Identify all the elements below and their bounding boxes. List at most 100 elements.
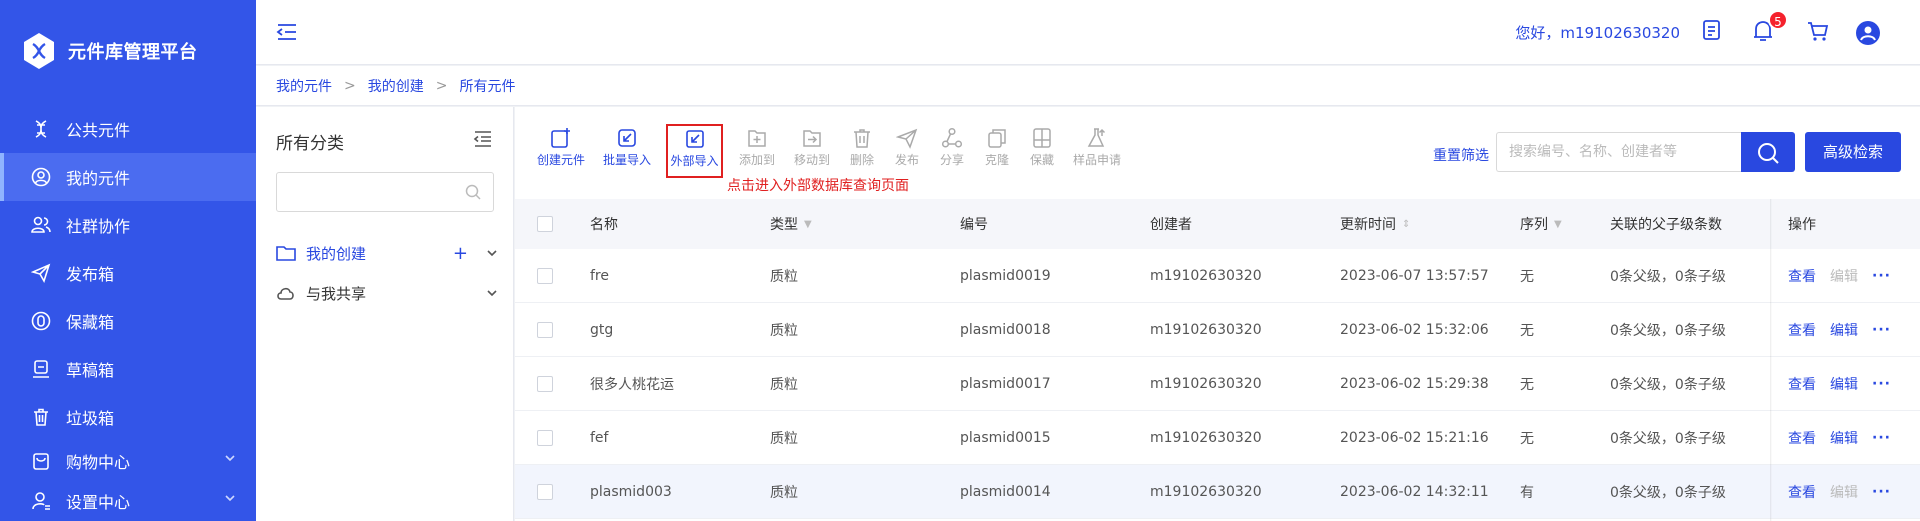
flask-icon xyxy=(1087,128,1106,147)
cell-creator: m19102630320 xyxy=(1150,321,1262,338)
view-link[interactable]: 查看 xyxy=(1788,482,1816,502)
sort-icon[interactable]: ⇕ xyxy=(1402,219,1410,230)
cell-creator: m19102630320 xyxy=(1150,429,1262,446)
cell-relations: 0条父级，0条子级 xyxy=(1610,268,1726,285)
more-icon[interactable]: ··· xyxy=(1872,376,1891,392)
cell-updated: 2023-06-07 13:57:57 xyxy=(1340,267,1489,284)
dna-icon xyxy=(30,118,52,140)
filter-icon[interactable]: ▼ xyxy=(1554,219,1562,230)
more-icon[interactable]: ··· xyxy=(1872,322,1891,338)
edit-link[interactable]: 编辑 xyxy=(1830,320,1858,340)
column-header-type[interactable]: 类型 ▼ xyxy=(770,199,812,249)
sidebar-item-publish[interactable]: 发布箱 xyxy=(0,249,256,297)
move-to-button[interactable]: 移动到 xyxy=(790,127,834,171)
cell-name[interactable]: gtg xyxy=(590,303,613,356)
search-button[interactable] xyxy=(1741,132,1795,172)
sidebar-item-settings[interactable]: 设置中心 xyxy=(0,477,256,521)
sidebar-item-trash[interactable]: 垃圾箱 xyxy=(0,393,256,441)
view-link[interactable]: 查看 xyxy=(1788,428,1816,448)
main-search-input[interactable]: 搜索编号、名称、创建者等 xyxy=(1496,132,1741,172)
sidebar-item-community[interactable]: 社群协作 xyxy=(0,201,256,249)
row-checkbox[interactable] xyxy=(537,303,553,356)
search-icon xyxy=(1758,143,1779,164)
cell-updated: 2023-06-02 15:32:06 xyxy=(1340,321,1489,338)
cell-name[interactable]: fre xyxy=(590,249,609,302)
table-row[interactable]: fef 质粒 plasmid0015 m19102630320 2023-06-… xyxy=(515,411,1920,465)
batch-import-button[interactable]: 批量导入 xyxy=(601,127,653,171)
category-item-my-created[interactable]: 我的创建 + xyxy=(276,239,504,267)
category-item-shared-with-me[interactable]: 与我共享 xyxy=(276,279,504,307)
row-checkbox[interactable] xyxy=(537,249,553,302)
collect-button[interactable]: 保藏 xyxy=(1025,127,1059,171)
category-search-input[interactable] xyxy=(276,172,494,212)
view-link[interactable]: 查看 xyxy=(1788,374,1816,394)
tool-label: 外部导入 xyxy=(670,154,719,168)
view-link[interactable]: 查看 xyxy=(1788,320,1816,340)
column-header-sequence[interactable]: 序列 ▼ xyxy=(1520,199,1562,249)
sidebar-item-my-parts[interactable]: 我的元件 xyxy=(0,153,256,201)
sample-request-button[interactable]: 样品申请 xyxy=(1069,127,1125,171)
breadcrumb-item[interactable]: 我的创建 xyxy=(368,76,424,96)
cell-relations: 0条父级，0条子级 xyxy=(1610,376,1726,393)
delete-button[interactable]: 删除 xyxy=(845,127,879,171)
external-import-icon xyxy=(685,130,704,148)
column-header-updated[interactable]: 更新时间 ⇕ xyxy=(1340,199,1410,249)
sidebar-item-label: 设置中心 xyxy=(66,493,131,512)
table-row[interactable]: plasmid003 质粒 plasmid0014 m19102630320 2… xyxy=(515,465,1920,519)
breadcrumb-item[interactable]: 所有元件 xyxy=(459,76,515,96)
notification-bell-icon[interactable]: 5 xyxy=(1752,10,1788,45)
more-icon[interactable]: ··· xyxy=(1872,430,1891,446)
tool-label: 添加到 xyxy=(738,153,775,167)
filter-icon[interactable]: ▼ xyxy=(804,219,812,230)
breadcrumb-item[interactable]: 我的元件 xyxy=(276,76,332,96)
chevron-down-icon[interactable] xyxy=(486,287,498,299)
collapse-panel-icon[interactable] xyxy=(473,129,493,149)
chevron-down-icon[interactable] xyxy=(486,247,498,259)
advanced-search-button[interactable]: 高级检索 xyxy=(1805,132,1901,172)
clone-button[interactable]: 克隆 xyxy=(980,127,1014,171)
more-icon[interactable]: ··· xyxy=(1872,268,1891,284)
cell-name[interactable]: plasmid003 xyxy=(590,465,672,518)
table-row[interactable]: 很多人桃花运 质粒 plasmid0017 m19102630320 2023-… xyxy=(515,357,1920,411)
sidebar-item-vault[interactable]: 保藏箱 xyxy=(0,297,256,345)
select-all-checkbox[interactable] xyxy=(537,199,553,249)
cell-type: 质粒 xyxy=(770,268,798,285)
move-to-icon xyxy=(803,130,821,147)
sidebar-item-drafts[interactable]: 草稿箱 xyxy=(0,345,256,393)
create-part-button[interactable]: 创建元件 xyxy=(535,127,587,171)
add-category-icon[interactable]: + xyxy=(453,243,468,264)
cell-actions: 查看 编辑 ··· xyxy=(1788,249,1891,302)
row-checkbox[interactable] xyxy=(537,465,553,518)
more-icon[interactable]: ··· xyxy=(1872,484,1891,500)
table-row[interactable]: gtg 质粒 plasmid0018 m19102630320 2023-06-… xyxy=(515,303,1920,357)
document-list-icon[interactable] xyxy=(1702,19,1726,45)
breadcrumb: 我的元件 > 我的创建 > 所有元件 xyxy=(256,66,1920,106)
cell-name[interactable]: fef xyxy=(590,411,608,464)
row-checkbox[interactable] xyxy=(537,411,553,464)
sidebar-item-label: 我的元件 xyxy=(66,169,131,188)
table-row[interactable]: fre 质粒 plasmid0019 m19102630320 2023-06-… xyxy=(515,249,1920,303)
column-header: 名称 xyxy=(590,217,618,233)
share-button[interactable]: 分享 xyxy=(935,127,969,171)
view-link[interactable]: 查看 xyxy=(1788,266,1816,286)
actions-column-divider xyxy=(1770,199,1772,521)
cell-name[interactable]: 很多人桃花运 xyxy=(590,357,674,410)
cart-icon[interactable] xyxy=(1806,19,1830,45)
edit-link[interactable]: 编辑 xyxy=(1830,428,1858,448)
category-panel: 所有分类 我的创建 + 与我共享 xyxy=(256,107,514,521)
user-avatar-icon[interactable] xyxy=(1856,21,1880,45)
add-to-button[interactable]: 添加到 xyxy=(735,127,779,171)
cell-id: plasmid0019 xyxy=(960,267,1051,284)
menu-collapse-icon[interactable] xyxy=(276,21,298,43)
user-circle-icon xyxy=(30,166,52,188)
edit-link[interactable]: 编辑 xyxy=(1830,374,1858,394)
edit-link[interactable]: 编辑 xyxy=(1830,482,1858,502)
cell-sequence: 无 xyxy=(1520,376,1534,393)
row-checkbox[interactable] xyxy=(537,357,553,410)
sidebar-item-public-parts[interactable]: 公共元件 xyxy=(0,105,256,153)
publish-button[interactable]: 发布 xyxy=(890,127,924,171)
edit-link[interactable]: 编辑 xyxy=(1830,266,1858,286)
trash-icon xyxy=(854,129,870,148)
external-import-button[interactable]: 外部导入 xyxy=(666,124,723,178)
reset-filter-link[interactable]: 重置筛选 xyxy=(1433,145,1489,165)
